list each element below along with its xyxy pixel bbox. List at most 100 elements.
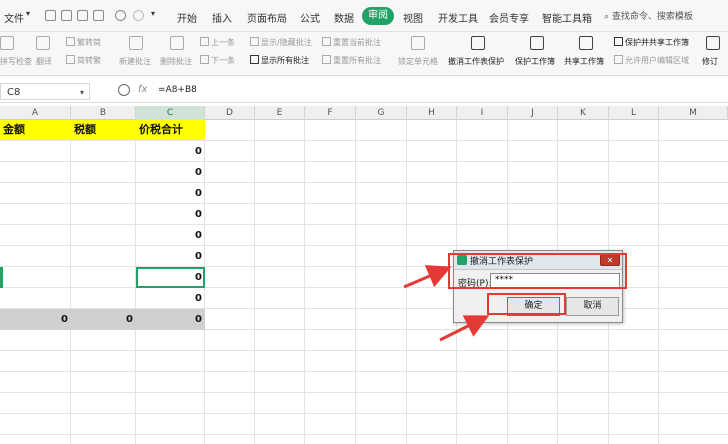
name-box-dropdown-icon[interactable]: ▾ (80, 88, 84, 97)
name-box[interactable]: C8 (0, 83, 90, 100)
column-header-c[interactable]: C (136, 106, 205, 120)
save-icon[interactable] (45, 10, 56, 21)
zoom-icon[interactable] (118, 84, 130, 96)
show-hide-comment-button[interactable]: 显示/隐藏批注 (250, 37, 312, 48)
command-search[interactable]: ⌕ 查找命令、搜索模板 (604, 9, 693, 22)
cell-c4[interactable]: 0 (136, 183, 205, 204)
quick-access-dropdown-icon[interactable]: ▾ (151, 9, 155, 18)
prev-comment-button[interactable]: 上一条 (200, 37, 235, 48)
column-header-k[interactable]: K (558, 106, 609, 120)
cell-c9[interactable]: 0 (136, 288, 205, 309)
total-cell-a[interactable]: 0 (0, 309, 71, 330)
column-header-a[interactable]: A (0, 106, 71, 120)
print-preview-icon[interactable] (93, 10, 104, 21)
translate-icon[interactable] (36, 36, 50, 50)
protect-workbook-icon[interactable] (530, 36, 544, 50)
protect-and-share-icon (614, 37, 623, 46)
menu-bar: 文件 ▾ ▾ 开始 插入 页面布局 公式 数据 审阅 视图 开发工具 会员专享 … (0, 0, 728, 32)
history-icon[interactable] (61, 10, 72, 21)
grid-line (0, 140, 728, 141)
revise-button[interactable]: 修订 (702, 56, 718, 67)
protect-workbook-button[interactable]: 保护工作簿 (515, 56, 555, 67)
cell-c7[interactable]: 0 (136, 246, 205, 267)
header-cell-total[interactable]: 价税合计 (136, 120, 205, 140)
undo-icon[interactable] (115, 10, 126, 21)
trad-to-simp-button[interactable]: 简转繁 (66, 55, 101, 66)
revise-icon[interactable] (706, 36, 720, 50)
new-comment-button[interactable]: 新建批注 (119, 56, 151, 67)
insert-function-icon[interactable]: fx (138, 84, 147, 95)
translate-button[interactable]: 翻译 (36, 56, 52, 67)
formula-input[interactable]: =A8+B8 (158, 85, 197, 95)
reset-current-comment-button[interactable]: 重置当前批注 (322, 37, 381, 48)
file-menu[interactable]: 文件 (4, 10, 24, 25)
delete-comment-button[interactable]: 删除批注 (160, 56, 192, 67)
redo-icon[interactable] (133, 10, 144, 21)
show-hide-comment-icon (250, 37, 259, 46)
reset-all-comments-icon (322, 55, 331, 64)
next-comment-button[interactable]: 下一条 (200, 55, 235, 66)
cell-c5[interactable]: 0 (136, 204, 205, 225)
protect-and-share-button[interactable]: 保护并共享工作簿 (614, 37, 689, 48)
review-ribbon: 拼写检查 翻译 繁转简 简转繁 新建批注 删除批注 上一条 下一条 显示/隐藏批… (0, 32, 728, 76)
header-cell-tax[interactable]: 税额 (71, 120, 136, 140)
header-cell-amount[interactable]: 金额 (0, 120, 71, 140)
column-header-e[interactable]: E (255, 106, 305, 120)
column-header-g[interactable]: G (356, 106, 407, 120)
grid-line (0, 245, 728, 246)
grid-line (70, 120, 71, 444)
tab-page-layout[interactable]: 页面布局 (247, 10, 287, 25)
column-header-m[interactable]: M (659, 106, 728, 120)
tab-developer[interactable]: 开发工具 (438, 10, 478, 25)
search-placeholder: 查找命令、搜索模板 (611, 12, 693, 22)
search-icon: ⌕ (604, 12, 612, 22)
column-header-b[interactable]: B (71, 106, 136, 120)
tab-home[interactable]: 开始 (177, 10, 197, 25)
next-comment-icon (200, 55, 209, 64)
formula-bar: C8 ▾ fx =A8+B8 (0, 81, 728, 103)
new-comment-icon[interactable] (129, 36, 143, 50)
lock-cell-icon[interactable] (411, 36, 425, 50)
print-icon[interactable] (77, 10, 88, 21)
cell-c6[interactable]: 0 (136, 225, 205, 246)
cell-c2[interactable]: 0 (136, 141, 205, 162)
tab-formulas[interactable]: 公式 (300, 10, 320, 25)
tab-member[interactable]: 会员专享 (489, 10, 529, 25)
grid-line (658, 120, 659, 444)
tab-view[interactable]: 视图 (403, 10, 423, 25)
tab-insert[interactable]: 插入 (212, 10, 232, 25)
column-header-h[interactable]: H (407, 106, 457, 120)
lock-cell-button[interactable]: 锁定单元格 (398, 56, 438, 67)
column-header-i[interactable]: I (457, 106, 508, 120)
column-header-l[interactable]: L (609, 106, 659, 120)
cell-c3[interactable]: 0 (136, 162, 205, 183)
tab-smart-toolbox[interactable]: 智能工具箱 (542, 10, 592, 25)
show-all-comments-icon (250, 55, 259, 64)
total-cell-c[interactable]: 0 (136, 309, 205, 330)
reset-all-comments-button[interactable]: 重置所有批注 (322, 55, 381, 66)
selected-row-marker (0, 267, 3, 288)
spell-check-icon[interactable] (0, 36, 14, 50)
simp-to-trad-button[interactable]: 繁转简 (66, 37, 101, 48)
grid-line (254, 120, 255, 444)
column-header-f[interactable]: F (305, 106, 356, 120)
file-dropdown-icon[interactable]: ▾ (26, 9, 30, 18)
share-workbook-button[interactable]: 共享工作簿 (564, 56, 604, 67)
total-cell-b[interactable]: 0 (71, 309, 136, 330)
column-header-d[interactable]: D (205, 106, 255, 120)
delete-comment-icon[interactable] (170, 36, 184, 50)
grid-line (0, 434, 728, 435)
cancel-button[interactable]: 取消 (566, 297, 619, 316)
tab-review[interactable]: 审阅 (362, 7, 394, 25)
spell-check-button[interactable]: 拼写检查 (0, 56, 32, 67)
show-all-comments-button[interactable]: 显示所有批注 (250, 55, 309, 66)
prev-comment-icon (200, 37, 209, 46)
share-workbook-icon[interactable] (579, 36, 593, 50)
allow-edit-ranges-button[interactable]: 允许用户编辑区域 (614, 55, 689, 66)
grid-line (0, 224, 728, 225)
column-header-j[interactable]: J (508, 106, 558, 120)
unprotect-sheet-button[interactable]: 撤消工作表保护 (448, 56, 504, 67)
unprotect-sheet-icon[interactable] (471, 36, 485, 50)
reset-current-comment-icon (322, 37, 331, 46)
tab-data[interactable]: 数据 (334, 10, 354, 25)
